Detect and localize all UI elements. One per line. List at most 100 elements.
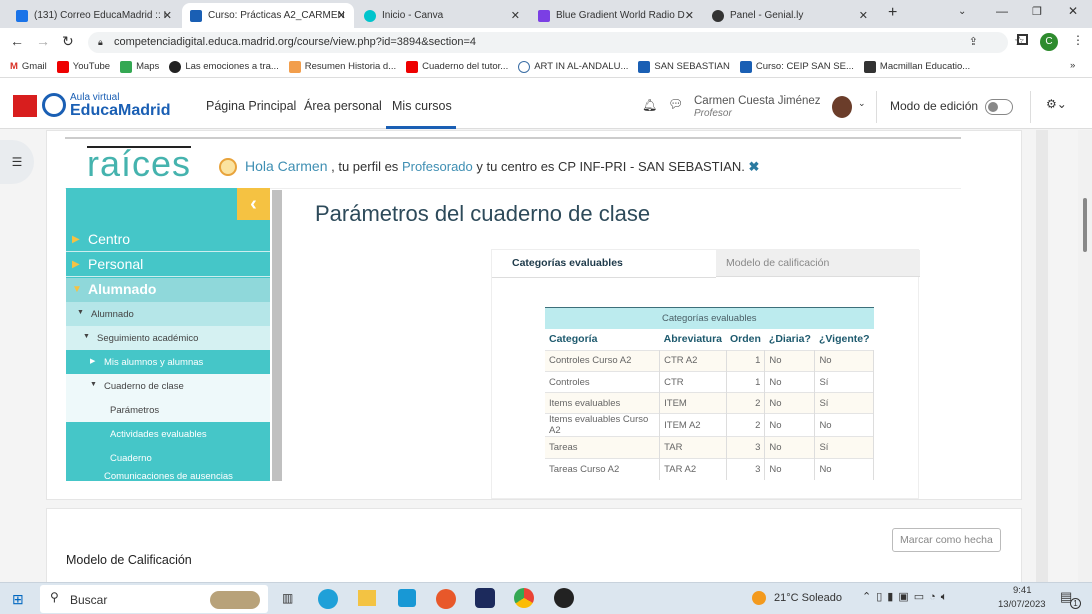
table-cell: 1: [726, 370, 766, 393]
menu-centro[interactable]: ▶ Centro: [66, 228, 270, 252]
edge-icon[interactable]: [318, 589, 338, 609]
bookmark[interactable]: Cuaderno del tutor...: [406, 60, 508, 73]
firefox-icon[interactable]: [436, 589, 456, 609]
bookmark[interactable]: SAN SEBASTIAN: [638, 60, 730, 73]
close-tab-icon[interactable]: ✕: [511, 9, 520, 22]
menu-personal[interactable]: ▶ Personal: [66, 253, 270, 277]
course-index-toggle[interactable]: ☰: [0, 140, 34, 184]
table-cell: No: [814, 457, 874, 480]
scrollbar-thumb[interactable]: [1083, 198, 1087, 252]
bookmarks-bar: M Gmail YouTube Maps Las emociones a tra.…: [0, 56, 1092, 78]
bell-icon[interactable]: 🔔︎: [642, 98, 657, 112]
site-logo[interactable]: EducaMadrid: [70, 102, 170, 120]
table-cell: 2: [726, 413, 766, 437]
store-icon[interactable]: [398, 589, 416, 607]
search-highlight-image: [210, 591, 260, 609]
tab-radio[interactable]: Blue Gradient World Radio D ✕: [530, 3, 702, 28]
wordpress-icon: [518, 60, 531, 73]
app-icon[interactable]: [554, 588, 574, 608]
collapse-menu-button[interactable]: ‹: [237, 188, 270, 220]
divider: [65, 137, 961, 139]
menu-seguimiento[interactable]: ▼ Seguimiento académico: [66, 326, 270, 350]
taskbar-search[interactable]: ⚲ Buscar: [40, 585, 268, 613]
table-cell: Items evaluables Curso A2: [545, 413, 661, 437]
bookmark[interactable]: Resumen Historia d...: [288, 60, 396, 73]
mark-done-button[interactable]: Marcar como hecha: [892, 528, 1001, 552]
sidebar-scrollbar[interactable]: [272, 190, 282, 481]
task-view-icon[interactable]: ▥: [282, 591, 293, 605]
tab-search-icon[interactable]: ⌄: [958, 6, 966, 17]
back-icon[interactable]: ←: [10, 33, 24, 49]
browser-tab-bar: (131) Correo EducaMadrid :: I ✕ Curso: Pr…: [0, 0, 1092, 28]
chat-icon[interactable]: 💬︎: [668, 97, 683, 111]
gmail-icon: M: [10, 61, 18, 72]
nav-mis-cursos[interactable]: Mis cursos: [392, 99, 452, 113]
file-explorer-icon[interactable]: [358, 590, 376, 606]
bookmark[interactable]: Las emociones a tra...: [169, 60, 279, 73]
menu-cuaderno-clase[interactable]: ▼ Cuaderno de clase: [66, 374, 270, 398]
tab-categorias-evaluables[interactable]: Categorías evaluables: [492, 250, 716, 277]
menu-icon[interactable]: ⋮: [1072, 33, 1084, 47]
tab-genially[interactable]: Panel - Genial.ly ✕: [704, 3, 876, 28]
page-title: Parámetros del cuaderno de clase: [315, 201, 651, 226]
close-tab-icon[interactable]: ✕: [337, 9, 346, 22]
close-session-icon[interactable]: ✖: [749, 159, 760, 174]
reload-icon[interactable]: ↻: [62, 33, 74, 50]
windows-start-icon[interactable]: ⊞: [12, 591, 24, 608]
bookmark[interactable]: M Gmail: [10, 61, 47, 72]
chevron-down-icon[interactable]: ⌄: [858, 98, 866, 109]
url-bar[interactable]: 🔒︎ competenciadigital.educa.madrid.org/co…: [88, 32, 1008, 53]
settings-gear-icon[interactable]: ⚙︎⌄: [1046, 97, 1067, 111]
tab-correo[interactable]: (131) Correo EducaMadrid :: I ✕: [8, 3, 180, 28]
minimize-icon[interactable]: —: [996, 4, 1008, 18]
edit-mode-toggle[interactable]: [985, 99, 1013, 115]
menu-alumnado[interactable]: ▼ Alumnado: [66, 278, 270, 302]
browser-scrollbar[interactable]: [1078, 130, 1092, 582]
profile-avatar[interactable]: C: [1040, 33, 1058, 51]
nav-pagina-principal[interactable]: Página Principal: [206, 99, 296, 113]
bookmark[interactable]: Macmillan Educatio...: [863, 60, 970, 73]
side-panel-icon[interactable]: [1017, 34, 1028, 45]
table-cell: Tareas Curso A2: [545, 457, 661, 480]
user-profile-icon: [219, 158, 237, 176]
app-icon[interactable]: [475, 588, 495, 608]
tab-canva[interactable]: Inicio - Canva ✕: [356, 3, 528, 28]
system-tray-icons[interactable]: ⌃▯▮▣▭◔🔈︎: [862, 590, 952, 604]
new-tab-icon[interactable]: +: [888, 4, 897, 22]
menu-cuaderno[interactable]: Cuaderno: [66, 446, 270, 466]
bookmark[interactable]: ART IN AL-ANDALU...: [518, 60, 628, 73]
bookmark[interactable]: Curso: CEIP SAN SE...: [739, 60, 854, 73]
tab-curso[interactable]: Curso: Prácticas A2_CARMEN ✕: [182, 3, 354, 28]
tab-modelo-calificacion[interactable]: Modelo de calificación: [716, 250, 920, 277]
chrome-icon[interactable]: [514, 588, 534, 608]
nav-area-personal[interactable]: Área personal: [304, 99, 382, 113]
table-cell: No: [764, 413, 816, 437]
bookmark[interactable]: Maps: [120, 60, 159, 73]
divider: [876, 91, 877, 123]
table-cell: TAR: [659, 436, 727, 459]
restore-icon[interactable]: ❐: [1032, 5, 1042, 18]
close-tab-icon[interactable]: ✕: [163, 9, 172, 22]
menu-actividades[interactable]: Actividades evaluables: [66, 422, 270, 446]
more-bookmarks-icon[interactable]: »: [1070, 60, 1075, 71]
tab-panel: Categorías evaluables Modelo de califica…: [491, 249, 920, 499]
search-icon: ⚲: [50, 590, 59, 604]
raices-sidebar-menu: ‹ ▶ Centro ▶ Personal ▼ Alumnado ▼ Alumnado …: [66, 188, 270, 481]
raices-logo: raíces: [87, 143, 192, 184]
forward-icon[interactable]: →: [36, 33, 50, 49]
close-tab-icon[interactable]: ✕: [859, 9, 868, 22]
site-header: Aula virtual EducaMadrid Página Principa…: [0, 85, 1092, 129]
close-window-icon[interactable]: ✕: [1068, 4, 1078, 18]
user-avatar[interactable]: [832, 96, 852, 118]
page-scrollbar-track[interactable]: [1036, 130, 1048, 582]
menu-comunicaciones[interactable]: Comunicaciones de ausencias: [66, 466, 270, 481]
bookmark[interactable]: YouTube: [56, 60, 110, 73]
maps-icon: [120, 60, 133, 73]
menu-alumnado-sub[interactable]: ▼ Alumnado: [66, 302, 270, 326]
close-tab-icon[interactable]: ✕: [685, 9, 694, 22]
youtube-icon: [406, 60, 419, 73]
menu-mis-alumnos[interactable]: ▶ Mis alumnos y alumnas: [66, 350, 270, 374]
share-icon[interactable]: ⇪: [969, 32, 978, 53]
table-row: Tareas Curso A2 TAR A2 3 No No: [545, 457, 874, 480]
menu-parametros[interactable]: Parámetros: [66, 398, 270, 422]
